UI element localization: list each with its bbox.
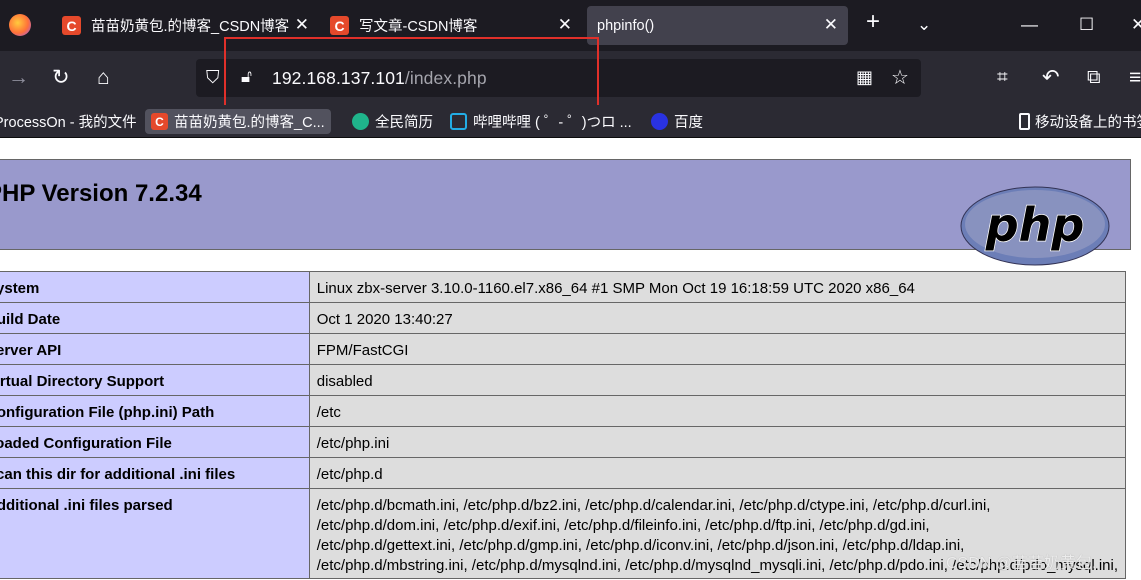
row-value: disabled (308, 364, 1127, 396)
bookmark-mobile[interactable]: 移动设备上的书签 (1019, 109, 1141, 134)
close-tab-icon[interactable]: ✕ (824, 16, 838, 34)
row-key: Configuration File (php.ini) Path (0, 395, 310, 427)
home-icon[interactable]: ⌂ (97, 66, 110, 90)
tab-title: phpinfo() (597, 17, 655, 34)
url-highlight-box (224, 37, 599, 107)
shield-icon[interactable]: ⛉ (206, 67, 220, 88)
maximize-icon[interactable]: ☐ (1079, 12, 1094, 38)
bookmark-label: 百度 (674, 115, 703, 131)
csdn-favicon-icon: C (330, 16, 349, 35)
bookmark-bilibili[interactable]: 哔哩哔哩 ( ゜- ゜)つロ ... (450, 109, 632, 134)
bookmark-label: 哔哩哔哩 ( ゜- ゜)つロ ... (473, 115, 632, 131)
ini-file-line: /etc/php.d/bcmath.ini, /etc/php.d/bz2.in… (316, 497, 991, 514)
firefox-menu-icon[interactable] (9, 14, 31, 36)
row-key: Additional .ini files parsed (0, 488, 310, 579)
close-tab-icon[interactable]: ✕ (295, 16, 309, 34)
row-value: FPM/FastCGI (308, 333, 1127, 365)
baidu-paw-icon (651, 113, 668, 130)
bookmark-label: 全民简历 (375, 115, 433, 131)
row-key: Scan this dir for additional .ini files (0, 457, 310, 489)
bookmark-star-icon[interactable]: ☆ (891, 65, 909, 90)
close-tab-icon[interactable]: ✕ (558, 16, 572, 34)
resume-favicon-icon (352, 113, 369, 130)
php-logo-icon: php (960, 186, 1110, 266)
bookmark-label: 苗苗奶黄包.的博客_C... (174, 115, 325, 131)
mobile-device-icon (1019, 113, 1030, 130)
screenshot-crop-icon[interactable]: ⌗ (997, 66, 1008, 90)
row-value: /etc (308, 395, 1127, 427)
reload-icon[interactable]: ↻ (52, 66, 70, 90)
row-value: /etc/php.d (308, 457, 1127, 489)
minimize-icon[interactable]: — (1021, 12, 1038, 38)
row-key: Build Date (0, 302, 310, 334)
php-version-header: PHP Version 7.2.34 php (0, 159, 1131, 266)
ini-file-line: /etc/php.d/dom.ini, /etc/php.d/exif.ini,… (316, 517, 930, 534)
table-row: Build DateOct 1 2020 13:40:27 (0, 302, 1127, 334)
forward-icon[interactable]: → (8, 66, 29, 90)
undo-icon[interactable]: ↶ (1042, 66, 1060, 90)
row-key: Virtual Directory Support (0, 364, 310, 396)
bookmark-csdn-blog[interactable]: C 苗苗奶黄包.的博客_C... (145, 109, 331, 134)
bookmark-baidu[interactable]: 百度 (651, 109, 703, 134)
bookmark-label: 移动设备上的书签 (1035, 115, 1141, 131)
tab-title: 写文章-CSDN博客 (359, 19, 478, 35)
row-value: /etc/php.ini (308, 426, 1127, 458)
tab-title: 苗苗奶黄包.的博客_CSDN博客 (91, 19, 290, 35)
list-all-tabs-icon[interactable]: ⌄ (917, 12, 931, 38)
bookmark-processon[interactable]: ProcessOn - 我的文件 (0, 109, 137, 134)
php-logo-text: php (985, 198, 1085, 252)
csdn-watermark: CSDN @苗苗奶黄包. (946, 555, 1097, 572)
row-key: Loaded Configuration File (0, 426, 310, 458)
page-content: PHP Version 7.2.34 php SystemLinux zbx-s… (0, 139, 1141, 580)
extensions-icon[interactable]: ⧉ (1087, 66, 1101, 90)
bookmarks-toolbar: ProcessOn - 我的文件 C 苗苗奶黄包.的博客_C... 全民简历 哔哩… (0, 105, 1141, 138)
table-row: Server APIFPM/FastCGI (0, 333, 1127, 365)
table-row: Configuration File (php.ini) Path/etc (0, 395, 1127, 427)
bookmark-label: ProcessOn - 我的文件 (0, 115, 137, 131)
table-row: Loaded Configuration File/etc/php.ini (0, 426, 1127, 458)
new-tab-icon[interactable]: + (866, 9, 880, 35)
table-row: Virtual Directory Support disabled (0, 364, 1127, 396)
row-key: Server API (0, 333, 310, 365)
bookmark-resume[interactable]: 全民简历 (352, 109, 433, 134)
qr-code-icon[interactable]: ▦ (856, 67, 873, 88)
table-row: SystemLinux zbx-server 3.10.0-1160.el7.x… (0, 271, 1127, 303)
close-window-icon[interactable]: ✕ (1131, 12, 1141, 38)
csdn-favicon-icon: C (62, 16, 81, 35)
menu-icon[interactable]: ≡ (1129, 66, 1141, 90)
csdn-favicon-icon: C (151, 113, 168, 130)
bilibili-favicon-icon (450, 113, 467, 130)
phpinfo-table: SystemLinux zbx-server 3.10.0-1160.el7.x… (0, 271, 1127, 579)
page-title: PHP Version 7.2.34 (0, 180, 202, 207)
table-row: Scan this dir for additional .ini files /… (0, 457, 1127, 489)
row-key: System (0, 271, 310, 303)
row-value: Oct 1 2020 13:40:27 (308, 302, 1127, 334)
row-value: Linux zbx-server 3.10.0-1160.el7.x86_64 … (308, 271, 1127, 303)
tab-phpinfo[interactable]: phpinfo() ✕ (587, 6, 848, 45)
